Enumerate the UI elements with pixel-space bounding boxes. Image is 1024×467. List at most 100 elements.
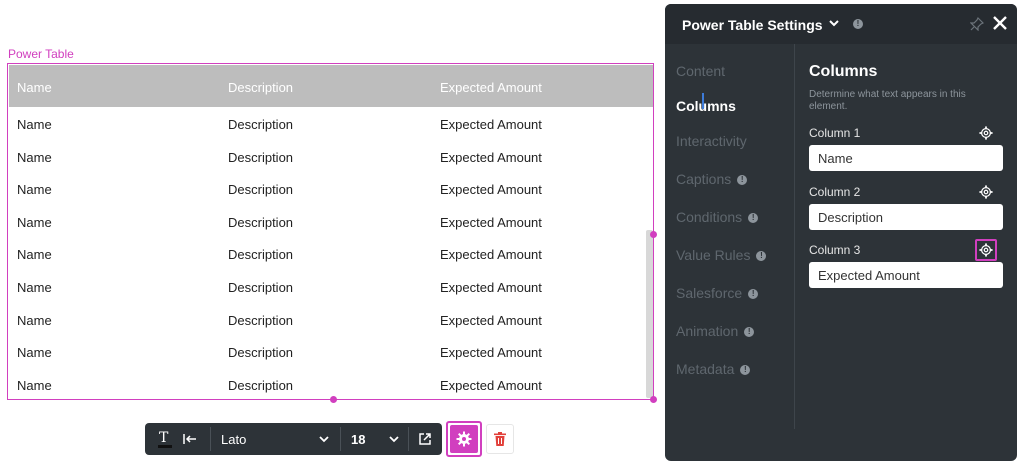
cell: Expected Amount: [440, 214, 542, 230]
table-row[interactable]: Name Description Expected Amount: [9, 172, 653, 205]
info-icon: !: [737, 175, 748, 186]
resize-handle-corner[interactable]: [650, 396, 657, 403]
column-3-input[interactable]: Expected Amount: [809, 262, 1003, 288]
text-cursor: [702, 93, 704, 109]
chevron-down-icon: [389, 436, 399, 443]
cell: Name: [17, 247, 52, 263]
info-icon: !: [756, 251, 767, 262]
cell: Name: [17, 377, 52, 393]
info-icon[interactable]: !: [853, 19, 863, 29]
trash-icon: [494, 432, 506, 446]
cell: Expected Amount: [440, 182, 542, 198]
font-family-select[interactable]: Lato: [211, 423, 339, 455]
cell: Name: [17, 149, 52, 165]
cell: Description: [228, 117, 294, 132]
info-icon: !: [740, 365, 751, 376]
table-row[interactable]: Name Description Expected Amount: [9, 205, 653, 238]
nav-item-columns[interactable]: Columns: [676, 98, 736, 114]
column-2-input[interactable]: Description: [809, 204, 1003, 230]
settings-nav: Content Columns Interactivity Captions! …: [665, 44, 795, 429]
column-1-label: Column 1: [809, 126, 861, 140]
cell: Description: [228, 149, 294, 165]
table-header: Name Description Expected Amount: [9, 65, 653, 107]
close-icon[interactable]: [992, 15, 1008, 31]
panel-header: Power Table Settings !: [665, 4, 1017, 44]
section-title: Columns: [809, 63, 878, 80]
indent-icon[interactable]: [179, 423, 201, 455]
chevron-down-icon[interactable]: [828, 17, 840, 29]
element-toolbar: T Lato 18: [145, 423, 442, 455]
nav-item-content[interactable]: Content: [676, 63, 725, 79]
font-family-value: Lato: [221, 431, 247, 447]
nav-label: Metadata: [676, 361, 735, 377]
header-name: Name: [17, 80, 52, 95]
settings-button[interactable]: [446, 421, 482, 457]
cell: Expected Amount: [440, 117, 542, 132]
nav-label: Interactivity: [676, 133, 747, 149]
section-description: Determine what text appears in this elem…: [809, 89, 966, 112]
svg-text:T: T: [159, 430, 169, 446]
font-size-value: 18: [351, 431, 366, 447]
cell: Description: [228, 312, 294, 328]
nav-item-salesforce[interactable]: Salesforce!: [676, 285, 759, 301]
power-table-caption: Power Table: [8, 47, 74, 61]
nav-item-value-rules[interactable]: Value Rules!: [676, 247, 767, 263]
cell: Description: [228, 182, 294, 198]
gear-icon: [456, 431, 472, 447]
cell: Name: [17, 312, 52, 328]
cell: Name: [17, 214, 52, 230]
nav-label: Conditions: [676, 209, 743, 225]
nav-item-metadata[interactable]: Metadata!: [676, 361, 751, 377]
cell: Description: [228, 377, 294, 393]
canvas: Power Table Name Description Expected Am…: [0, 0, 1024, 467]
nav-label: Salesforce: [676, 285, 743, 301]
cell: Name: [17, 345, 52, 361]
cell: Expected Amount: [440, 312, 542, 328]
cell: Name: [17, 117, 52, 132]
text-color-icon[interactable]: T: [153, 423, 177, 455]
table-row[interactable]: Name Description Expected Amount: [9, 107, 653, 140]
table-scrollbar[interactable]: [646, 230, 653, 398]
settings-panel: Power Table Settings ! Content Columns I…: [665, 4, 1017, 461]
table-row[interactable]: Name Description Expected Amount: [9, 270, 653, 303]
gear-icon[interactable]: [979, 243, 993, 257]
cell: Expected Amount: [440, 149, 542, 165]
header-expected-amount: Expected Amount: [440, 80, 542, 95]
cell: Name: [17, 279, 52, 295]
nav-item-conditions[interactable]: Conditions!: [676, 209, 759, 225]
cell: Description: [228, 247, 294, 263]
info-icon: !: [744, 327, 755, 338]
delete-button[interactable]: [486, 424, 514, 454]
table-row[interactable]: Name Description Expected Amount: [9, 303, 653, 336]
nav-label: Value Rules: [676, 247, 751, 263]
resize-handle-right[interactable]: [650, 231, 657, 238]
cell: Expected Amount: [440, 247, 542, 263]
table-row[interactable]: Name Description Expected Amount: [9, 140, 653, 173]
info-icon: !: [748, 289, 759, 300]
nav-item-captions[interactable]: Captions!: [676, 171, 748, 187]
column-1-input[interactable]: Name: [809, 145, 1003, 171]
nav-item-interactivity[interactable]: Interactivity: [676, 133, 747, 149]
cell: Description: [228, 345, 294, 361]
resize-handle-bottom[interactable]: [330, 396, 337, 403]
info-icon: !: [748, 213, 759, 224]
gear-icon[interactable]: [979, 126, 993, 140]
divider: [408, 427, 409, 451]
cell: Expected Amount: [440, 377, 542, 393]
table-row[interactable]: Name Description Expected Amount: [9, 335, 653, 368]
table-row[interactable]: Name Description Expected Amount: [9, 237, 653, 270]
nav-item-animation[interactable]: Animation!: [676, 323, 755, 339]
cell: Name: [17, 182, 52, 198]
pin-icon[interactable]: [970, 17, 984, 31]
table-row[interactable]: Name Description Expected Amount: [9, 368, 653, 399]
table-body: Name Description Expected Amount Name Descr…: [9, 107, 653, 399]
cell: Description: [228, 279, 294, 295]
font-size-select[interactable]: 18: [341, 423, 407, 455]
panel-title[interactable]: Power Table Settings: [682, 17, 823, 33]
power-table[interactable]: Name Description Expected Amount Name Des…: [7, 63, 654, 400]
cell: Expected Amount: [440, 345, 542, 361]
nav-label: Captions: [676, 171, 732, 187]
external-link-icon[interactable]: [411, 423, 439, 455]
header-description: Description: [228, 80, 294, 95]
gear-icon[interactable]: [979, 185, 993, 199]
